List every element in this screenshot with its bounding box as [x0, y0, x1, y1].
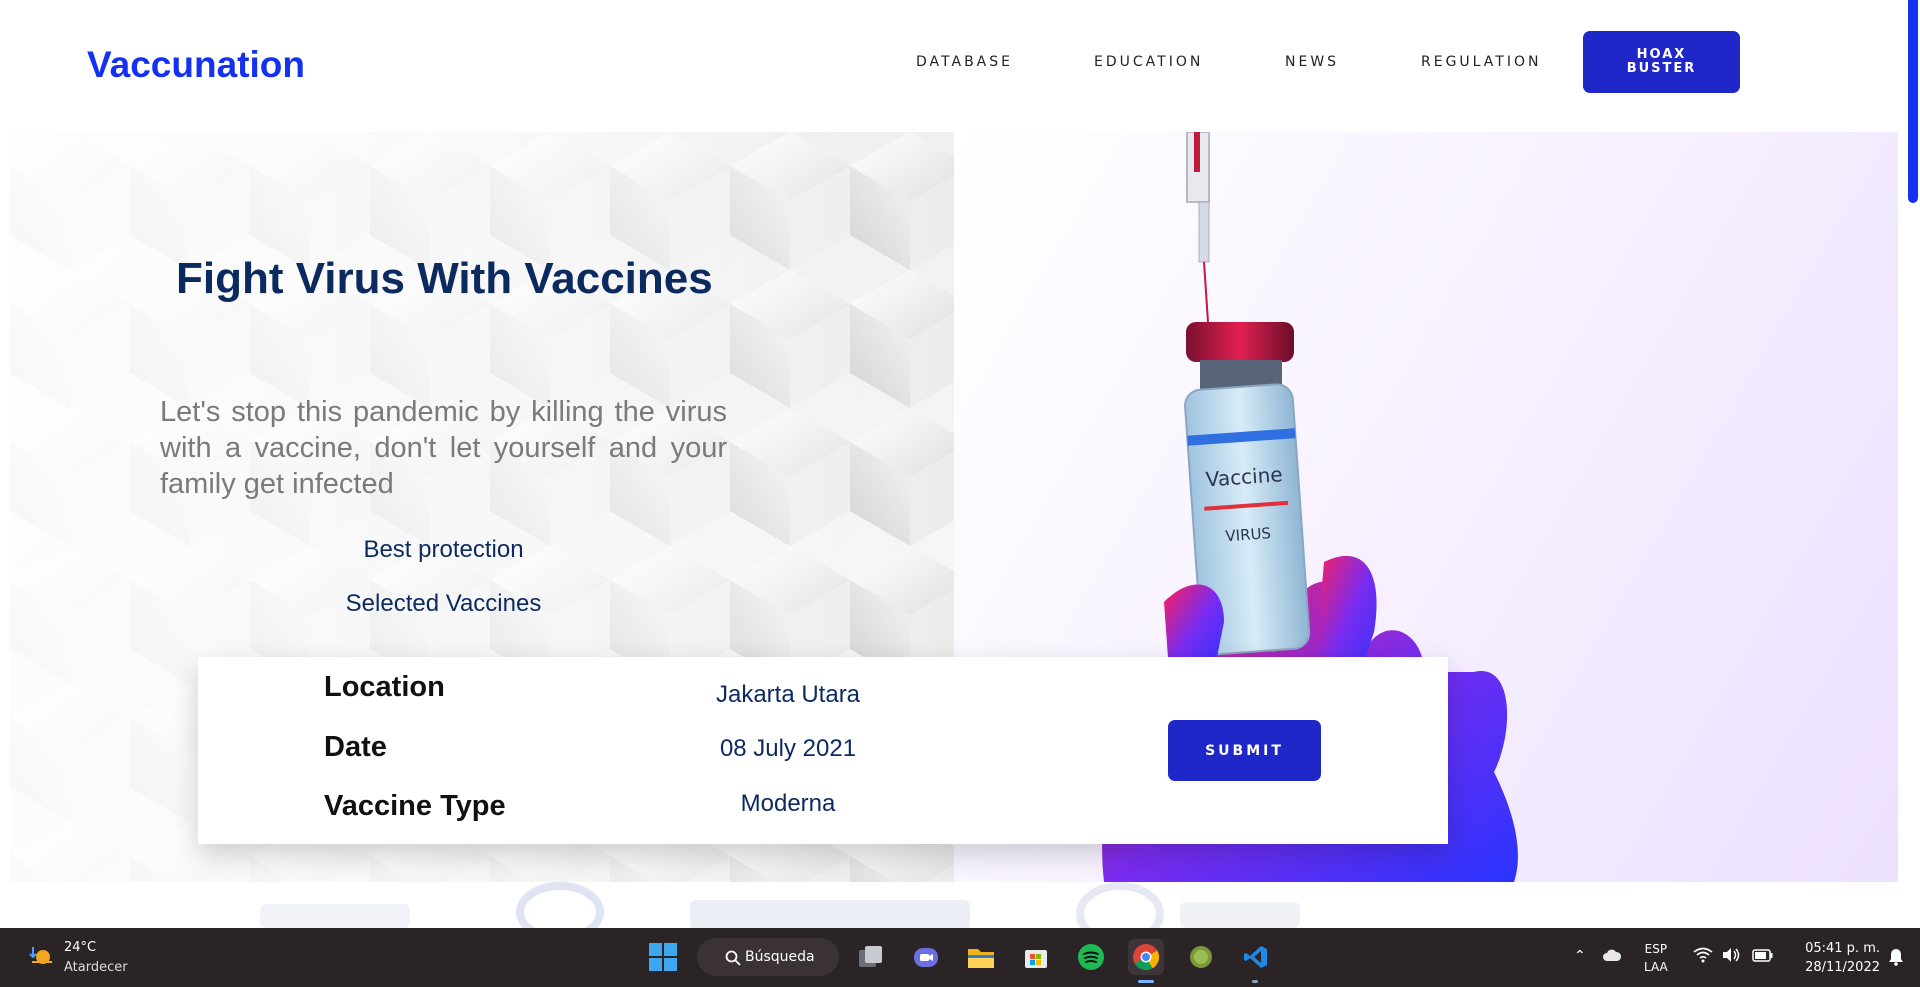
- vaccine-type-value[interactable]: Moderna: [658, 790, 918, 818]
- tagline-best-protection: Best protection: [363, 536, 524, 563]
- taskbar-clock[interactable]: 05:41 p. m. 28/11/2022: [1790, 939, 1880, 977]
- submit-button[interactable]: SUBMIT: [1168, 720, 1321, 781]
- clock-date: 28/11/2022: [1805, 960, 1880, 975]
- taskbar-search[interactable]: Búsqueda: [697, 938, 839, 976]
- vial-sublabel: VIRUS: [1225, 524, 1272, 545]
- minecraft-icon[interactable]: [1183, 939, 1219, 975]
- site-header: Vaccunation DATABASE EDUCATION NEWS REGU…: [0, 0, 1898, 130]
- vscode-icon[interactable]: [1238, 939, 1274, 975]
- spotify-icon[interactable]: [1073, 939, 1109, 975]
- weather-condition[interactable]: Atardecer: [64, 960, 128, 975]
- chrome-icon[interactable]: [1128, 939, 1164, 975]
- notification-bell-icon[interactable]: [1888, 948, 1904, 966]
- battery-icon[interactable]: [1752, 947, 1774, 963]
- microsoft-store-icon[interactable]: [1018, 939, 1054, 975]
- keyboard-layout: LAA: [1644, 960, 1668, 974]
- location-value[interactable]: Jakarta Utara: [658, 681, 918, 709]
- partner-logos-faded: [260, 882, 1300, 928]
- nav-regulation[interactable]: REGULATION: [1421, 54, 1541, 70]
- vaccine-type-label: Vaccine Type: [324, 790, 506, 822]
- hoax-buster-button[interactable]: HOAX BUSTER: [1583, 31, 1740, 93]
- tagline-selected-vaccines: Selected Vaccines: [345, 590, 542, 617]
- vscode-running-indicator: [1252, 980, 1258, 983]
- weather-temperature[interactable]: 24°C: [64, 940, 96, 955]
- task-view-icon[interactable]: [853, 939, 889, 975]
- site-logo[interactable]: Vaccunation: [87, 44, 305, 86]
- clock-time: 05:41 p. m.: [1805, 941, 1880, 956]
- date-value[interactable]: 08 July 2021: [658, 735, 918, 763]
- chrome-active-indicator: [1138, 980, 1154, 983]
- windows-taskbar: 24°C Atardecer Búsqueda ⌃ ESP LAA 05:41 …: [0, 928, 1920, 987]
- nav-education[interactable]: EDUCATION: [1094, 54, 1203, 70]
- hero-description: Let's stop this pandemic by killing the …: [160, 396, 727, 500]
- wifi-icon[interactable]: [1693, 947, 1713, 963]
- file-explorer-icon[interactable]: [963, 939, 999, 975]
- language-code: ESP: [1644, 942, 1668, 956]
- search-label: Búsqueda: [745, 949, 815, 965]
- search-icon: [725, 950, 741, 966]
- nav-database[interactable]: DATABASE: [916, 54, 1013, 70]
- location-label: Location: [324, 671, 445, 703]
- partner-logos-strip: [0, 882, 1898, 928]
- vaccination-booking-card: Location Date Vaccine Type Jakarta Utara…: [198, 657, 1448, 844]
- volume-icon[interactable]: [1721, 947, 1741, 963]
- hero-title: Fight Virus With Vaccines: [176, 254, 713, 303]
- nav-news[interactable]: NEWS: [1285, 54, 1339, 70]
- show-hidden-icons-chevron-icon[interactable]: ⌃: [1574, 948, 1586, 964]
- onedrive-cloud-icon[interactable]: [1602, 948, 1622, 962]
- weather-sunset-icon[interactable]: [28, 943, 54, 969]
- windows-start-icon[interactable]: [648, 942, 678, 972]
- teams-chat-icon[interactable]: [908, 939, 944, 975]
- date-label: Date: [324, 731, 387, 763]
- input-language-indicator[interactable]: ESP LAA: [1644, 940, 1668, 976]
- scrollbar-thumb[interactable]: [1908, 0, 1918, 203]
